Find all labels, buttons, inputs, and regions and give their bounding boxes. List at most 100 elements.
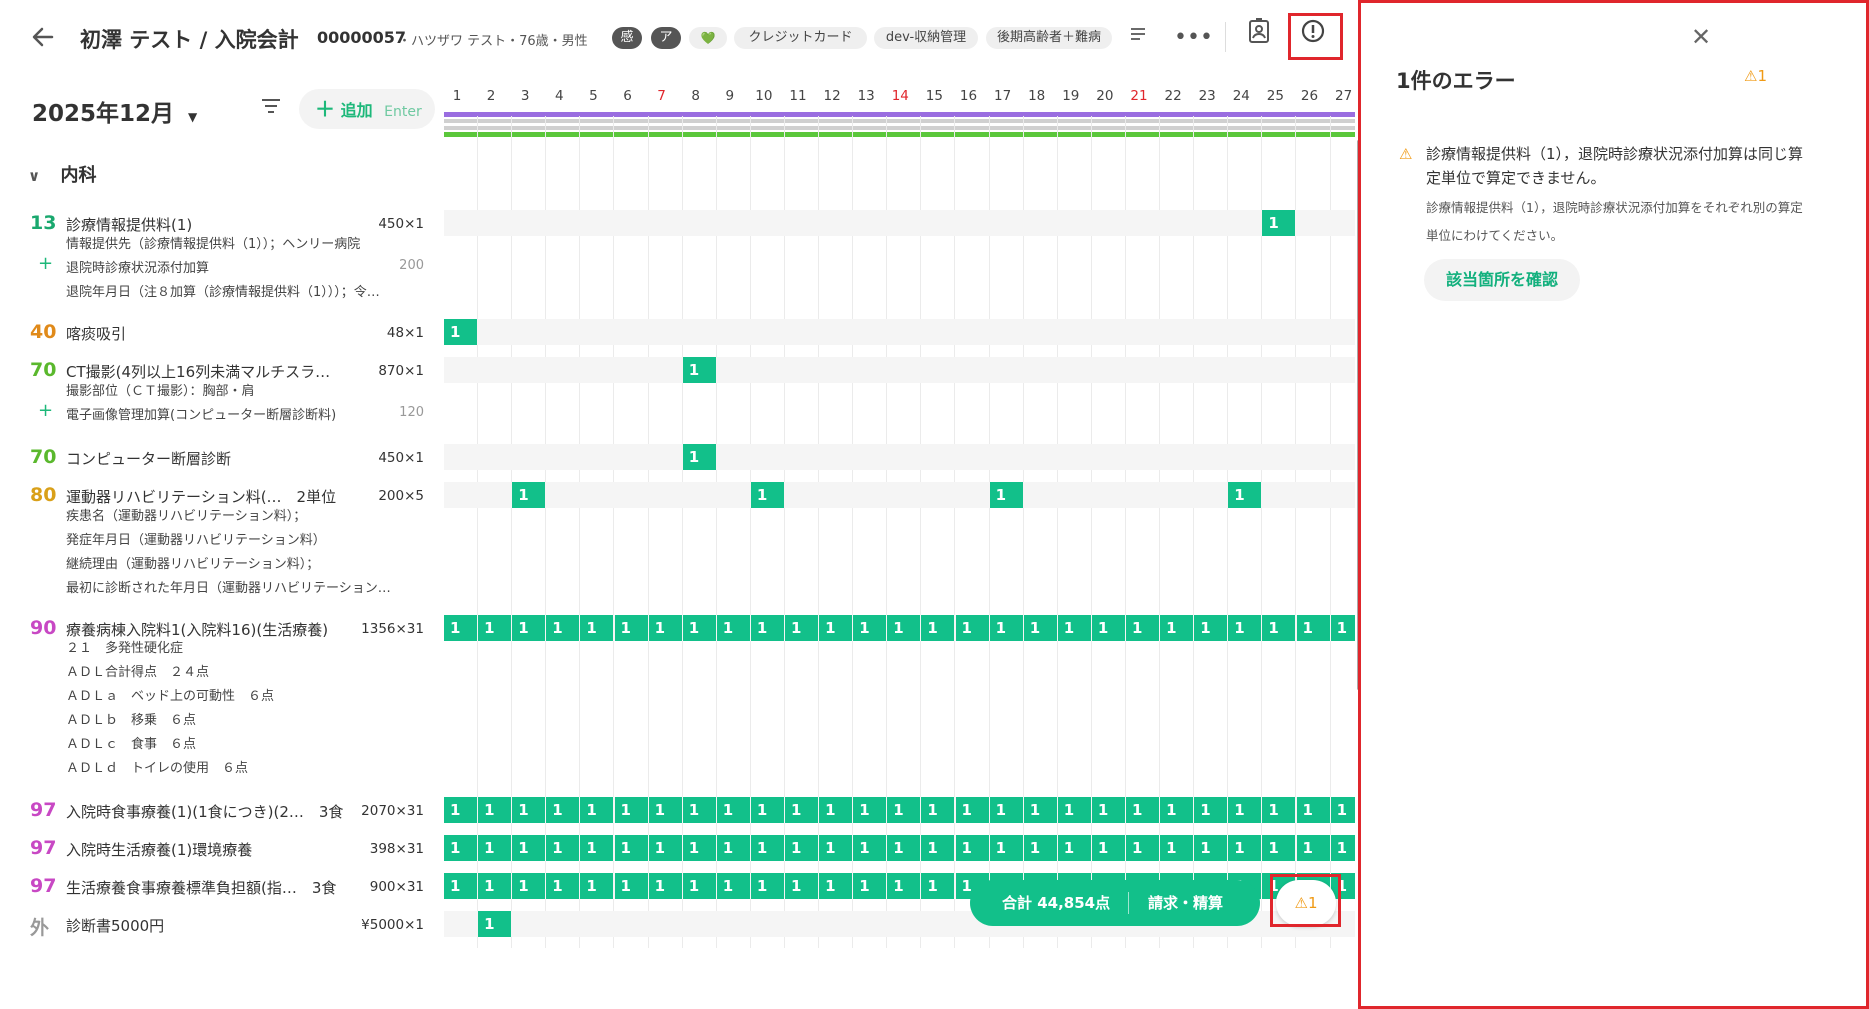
day-cell[interactable]: 1 (750, 482, 784, 508)
day-cell[interactable]: 1 (989, 615, 1023, 641)
day-cell[interactable]: 1 (1330, 835, 1355, 861)
day-cell[interactable]: 1 (785, 615, 818, 641)
day-cell[interactable]: 1 (1262, 797, 1296, 823)
day-cell[interactable]: 1 (819, 873, 853, 899)
day-cell[interactable]: 1 (1057, 797, 1091, 823)
day-header[interactable]: 26 (1293, 88, 1327, 104)
day-cell[interactable]: 1 (785, 873, 818, 899)
day-cell[interactable]: 1 (1126, 615, 1159, 641)
day-cell[interactable]: 1 (1228, 835, 1262, 861)
day-cell[interactable]: 1 (716, 873, 750, 899)
day-header[interactable]: 22 (1156, 88, 1190, 104)
day-cell[interactable]: 1 (716, 835, 750, 861)
day-cell[interactable]: 1 (1228, 797, 1262, 823)
patient-card-icon[interactable] (1241, 18, 1277, 54)
back-arrow-icon[interactable] (28, 22, 58, 52)
day-cell[interactable]: 1 (887, 615, 921, 641)
day-cell[interactable]: 1 (955, 615, 989, 641)
day-cell[interactable]: 1 (1023, 797, 1057, 823)
section-internal-medicine[interactable]: ∨ 内科 (28, 161, 96, 187)
day-header[interactable]: 4 (542, 88, 576, 104)
tag-credit-card[interactable]: クレジットカード (734, 27, 867, 49)
more-dots-icon[interactable]: ••• (1174, 20, 1213, 56)
day-cell[interactable]: 1 (955, 835, 989, 861)
day-cell[interactable]: 1 (1160, 797, 1194, 823)
day-cell[interactable]: 1 (989, 797, 1023, 823)
day-header[interactable]: 19 (1054, 88, 1088, 104)
day-cell[interactable]: 1 (444, 797, 477, 823)
day-cell[interactable]: 1 (614, 615, 648, 641)
day-cell[interactable]: 1 (512, 482, 546, 508)
day-cell[interactable]: 1 (853, 873, 887, 899)
day-cell[interactable]: 1 (1126, 835, 1159, 861)
day-cell[interactable]: 1 (1057, 835, 1091, 861)
day-cell[interactable]: 1 (989, 835, 1023, 861)
day-cell[interactable]: 1 (1023, 615, 1057, 641)
day-cell[interactable]: 1 (444, 319, 477, 345)
order-row[interactable]: 90 療養病棟入院料1(入院料16)(生活療養) 1356×31 (0, 615, 424, 641)
row-band[interactable] (444, 210, 1355, 236)
day-cell[interactable]: 1 (819, 835, 853, 861)
day-cell[interactable]: 1 (1262, 835, 1296, 861)
day-cell[interactable]: 1 (512, 797, 546, 823)
day-cell[interactable]: 1 (887, 873, 921, 899)
row-band[interactable] (444, 319, 1355, 345)
day-cell[interactable]: 1 (580, 615, 614, 641)
day-cell[interactable]: 1 (1296, 615, 1330, 641)
day-cell[interactable]: 1 (546, 873, 580, 899)
day-cell[interactable]: 1 (614, 835, 648, 861)
day-cell[interactable]: 1 (444, 615, 477, 641)
day-cell[interactable]: 1 (989, 482, 1023, 508)
day-cell[interactable]: 1 (444, 835, 477, 861)
order-row[interactable]: 97 入院時生活療養(1)環境療養 398×31 (0, 835, 424, 861)
day-header[interactable]: 20 (1088, 88, 1122, 104)
day-cell[interactable]: 1 (682, 357, 716, 383)
day-header[interactable]: 6 (611, 88, 645, 104)
day-cell[interactable]: 1 (819, 615, 853, 641)
day-cell[interactable]: 1 (750, 873, 784, 899)
day-cell[interactable]: 1 (785, 835, 818, 861)
day-cell[interactable]: 1 (921, 835, 955, 861)
day-cell[interactable]: 1 (1228, 615, 1262, 641)
close-icon[interactable]: ✕ (1691, 23, 1711, 51)
day-header[interactable]: 25 (1258, 88, 1292, 104)
day-cell[interactable]: 1 (1228, 482, 1262, 508)
row-band[interactable] (444, 357, 1355, 383)
day-cell[interactable]: 1 (1091, 835, 1125, 861)
add-button[interactable]: ＋ 追加 Enter (299, 89, 435, 129)
day-header[interactable]: 3 (508, 88, 542, 104)
day-header[interactable]: 18 (1020, 88, 1054, 104)
day-header[interactable]: 9 (713, 88, 747, 104)
tag-insurance[interactable]: 後期高齢者＋難病 (986, 27, 1112, 49)
order-row[interactable]: 97 生活療養食事療養標準負担額(指… 3食 900×31 (0, 873, 424, 899)
day-cell[interactable]: 1 (921, 615, 955, 641)
day-cell[interactable]: 1 (580, 835, 614, 861)
row-band[interactable] (444, 444, 1355, 470)
order-row[interactable]: 外診断書5000円 ¥5000×1 (0, 911, 424, 939)
day-cell[interactable]: 1 (1194, 797, 1228, 823)
day-cell[interactable]: 1 (750, 797, 784, 823)
day-cell[interactable]: 1 (478, 615, 512, 641)
day-header[interactable]: 17 (986, 88, 1020, 104)
day-cell[interactable]: 1 (478, 797, 512, 823)
day-header[interactable]: 11 (781, 88, 815, 104)
day-cell[interactable]: 1 (1023, 835, 1057, 861)
day-cell[interactable]: 1 (1262, 615, 1296, 641)
day-cell[interactable]: 1 (648, 797, 682, 823)
day-cell[interactable]: 1 (1296, 797, 1330, 823)
tag-dev-billing[interactable]: dev-収納管理 (874, 27, 978, 49)
day-header[interactable]: 21 (1122, 88, 1156, 104)
day-cell[interactable]: 1 (887, 797, 921, 823)
row-band[interactable] (444, 482, 1355, 508)
day-header[interactable]: 13 (849, 88, 883, 104)
day-cell[interactable]: 1 (955, 797, 989, 823)
day-cell[interactable]: 1 (1330, 615, 1355, 641)
day-cell[interactable]: 1 (1330, 797, 1355, 823)
day-header[interactable]: 15 (917, 88, 951, 104)
day-cell[interactable]: 1 (648, 873, 682, 899)
day-cell[interactable]: 1 (1091, 797, 1125, 823)
day-header[interactable]: 27 (1327, 88, 1355, 104)
day-cell[interactable]: 1 (887, 835, 921, 861)
day-header[interactable]: 23 (1190, 88, 1224, 104)
day-header[interactable]: 14 (883, 88, 917, 104)
